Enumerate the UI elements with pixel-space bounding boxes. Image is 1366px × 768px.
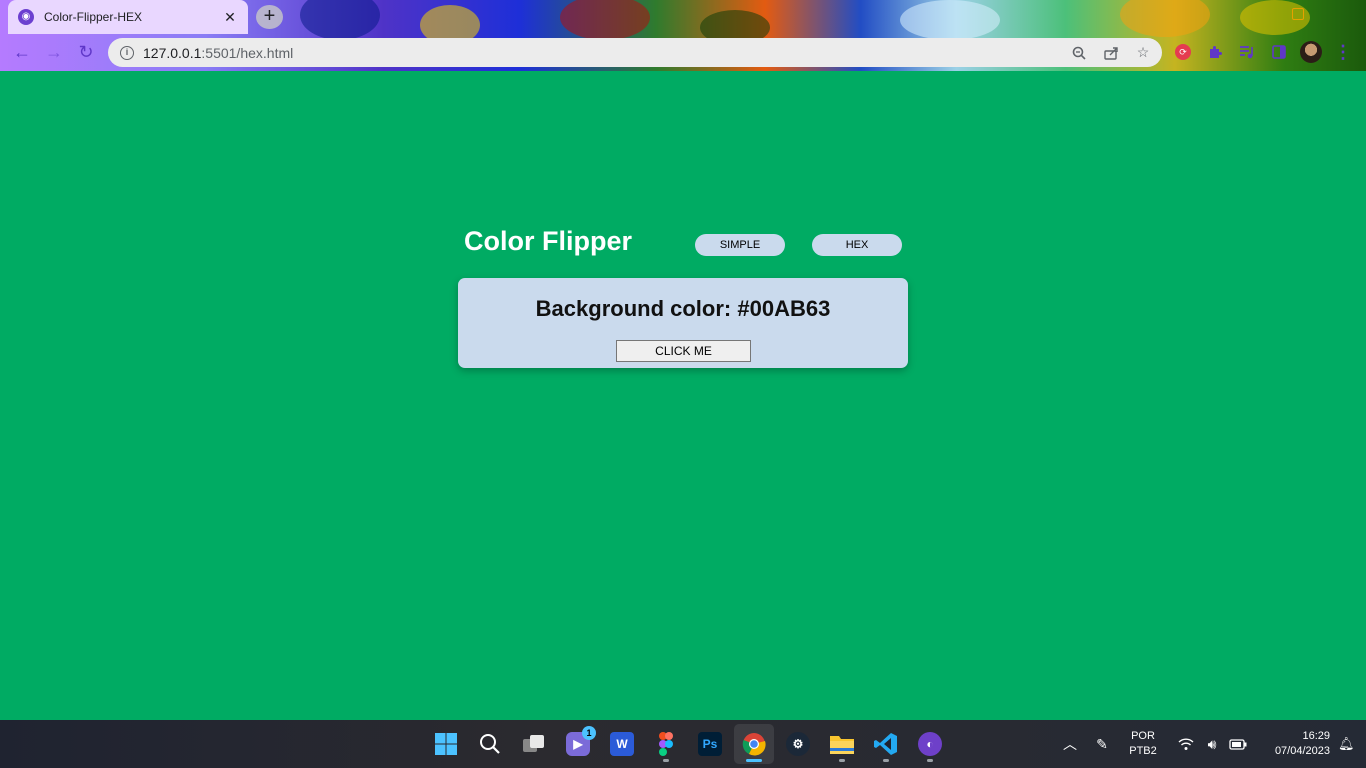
menu-kebab-icon[interactable]: ⋮ bbox=[1330, 39, 1356, 65]
bookmark-star-icon[interactable]: ☆ bbox=[1130, 40, 1156, 66]
word-icon: W bbox=[610, 732, 634, 756]
url-path: :5501/hex.html bbox=[201, 44, 294, 61]
taskbar-search[interactable] bbox=[470, 724, 510, 764]
tab-strip: ◉ Color-Flipper-HEX ✕ + bbox=[0, 0, 1366, 34]
taskbar-file-explorer[interactable] bbox=[822, 724, 862, 764]
task-view-icon bbox=[523, 735, 544, 752]
taskbar-vscode[interactable] bbox=[866, 724, 906, 764]
task-view-button[interactable] bbox=[514, 724, 554, 764]
color-card: Background color: #00AB63 CLICK ME bbox=[458, 278, 908, 368]
side-panel-icon[interactable] bbox=[1266, 39, 1292, 65]
system-tray: ︿ ✎ POR PTB2 🔊︎ 16:29 07/04/2023 🔔︎ bbox=[1058, 720, 1366, 768]
battery-icon[interactable] bbox=[1226, 732, 1250, 756]
url-host: 127.0.0.1 bbox=[143, 44, 202, 61]
pen-icon[interactable]: ✎ bbox=[1090, 732, 1114, 756]
chevron-up-icon[interactable]: ︿ bbox=[1058, 732, 1082, 756]
search-icon bbox=[480, 734, 500, 754]
start-button[interactable] bbox=[426, 724, 466, 764]
taskbar-figma[interactable] bbox=[646, 724, 686, 764]
taskbar: ▶ 1 W Ps ⚙ ◐ ︿ ✎ POR PTB2 🔊︎ 16:29 07/04… bbox=[0, 720, 1366, 768]
language-code: POR bbox=[1131, 730, 1155, 742]
extensions-puzzle-icon[interactable] bbox=[1202, 39, 1228, 65]
figma-icon bbox=[659, 732, 673, 756]
running-indicator bbox=[927, 759, 933, 762]
nav-simple-button[interactable]: SIMPLE bbox=[695, 234, 785, 256]
input-language[interactable]: POR PTB2 bbox=[1122, 729, 1164, 759]
browser-chrome: ◉ Color-Flipper-HEX ✕ + ← → ↻ i 127.0.0.… bbox=[0, 0, 1366, 71]
nav-hex-button[interactable]: HEX bbox=[812, 234, 902, 256]
reload-icon[interactable]: ↻ bbox=[73, 40, 99, 66]
background-color-label: Background color: bbox=[535, 296, 738, 321]
taskbar-apps: ▶ 1 W Ps ⚙ ◐ bbox=[426, 724, 954, 764]
folder-icon bbox=[830, 736, 854, 754]
notification-bell-icon[interactable]: 🔔︎ bbox=[1338, 736, 1356, 752]
taskbar-github-desktop[interactable]: ◐ bbox=[910, 724, 950, 764]
site-info-icon[interactable]: i bbox=[120, 45, 134, 60]
running-indicator bbox=[746, 759, 762, 762]
browser-toolbar: ← → ↻ i 127.0.0.1:5501/hex.html ☆ ⟳ ⋮ bbox=[0, 34, 1366, 71]
back-arrow-icon[interactable]: ← bbox=[9, 40, 35, 66]
wifi-icon[interactable] bbox=[1174, 732, 1198, 756]
browser-tab[interactable]: ◉ Color-Flipper-HEX ✕ bbox=[8, 0, 248, 34]
forward-arrow-icon[interactable]: → bbox=[41, 40, 67, 66]
click-me-button[interactable]: CLICK ME bbox=[616, 340, 751, 362]
media-control-icon[interactable] bbox=[1234, 39, 1260, 65]
taskbar-chrome[interactable] bbox=[734, 724, 774, 764]
taskbar-steam[interactable]: ⚙ bbox=[778, 724, 818, 764]
zoom-icon[interactable] bbox=[1066, 40, 1092, 66]
share-icon[interactable] bbox=[1098, 40, 1124, 66]
volume-icon[interactable]: 🔊︎ bbox=[1200, 732, 1224, 756]
github-icon: ◐ bbox=[918, 732, 942, 756]
background-color-text: Background color: #00AB63 bbox=[458, 296, 908, 322]
tab-favicon-icon: ◉ bbox=[18, 9, 34, 25]
clock-time: 16:29 bbox=[1302, 730, 1330, 742]
clock-date: 07/04/2023 bbox=[1274, 745, 1330, 757]
vscode-icon bbox=[874, 733, 897, 755]
profile-avatar[interactable] bbox=[1298, 39, 1324, 65]
chrome-icon bbox=[742, 733, 766, 756]
running-indicator bbox=[839, 759, 845, 762]
extensions-bar: ⟳ ⋮ bbox=[1170, 39, 1362, 65]
steam-icon: ⚙ bbox=[786, 732, 810, 756]
photoshop-icon: Ps bbox=[698, 732, 722, 756]
color-hex-value: #00AB63 bbox=[737, 296, 831, 321]
taskbar-word[interactable]: W bbox=[602, 724, 642, 764]
extension-red-icon[interactable]: ⟳ bbox=[1170, 39, 1196, 65]
taskbar-chat[interactable]: ▶ 1 bbox=[558, 724, 598, 764]
address-bar[interactable]: i 127.0.0.1:5501/hex.html ☆ bbox=[108, 38, 1162, 67]
keyboard-layout: PTB2 bbox=[1129, 745, 1157, 757]
chat-badge: 1 bbox=[582, 726, 596, 740]
taskbar-photoshop[interactable]: Ps bbox=[690, 724, 730, 764]
running-indicator bbox=[883, 759, 889, 762]
new-tab-button[interactable]: + bbox=[256, 5, 283, 29]
clock[interactable]: 16:29 07/04/2023 bbox=[1258, 729, 1330, 759]
omnibox-actions: ☆ bbox=[1060, 38, 1156, 67]
restore-window-icon[interactable] bbox=[1292, 8, 1304, 20]
windows-icon bbox=[435, 733, 457, 755]
page-title: Color Flipper bbox=[464, 226, 632, 256]
tab-close-icon[interactable]: ✕ bbox=[222, 9, 238, 26]
tab-title: Color-Flipper-HEX bbox=[44, 10, 143, 24]
running-indicator bbox=[663, 759, 669, 762]
